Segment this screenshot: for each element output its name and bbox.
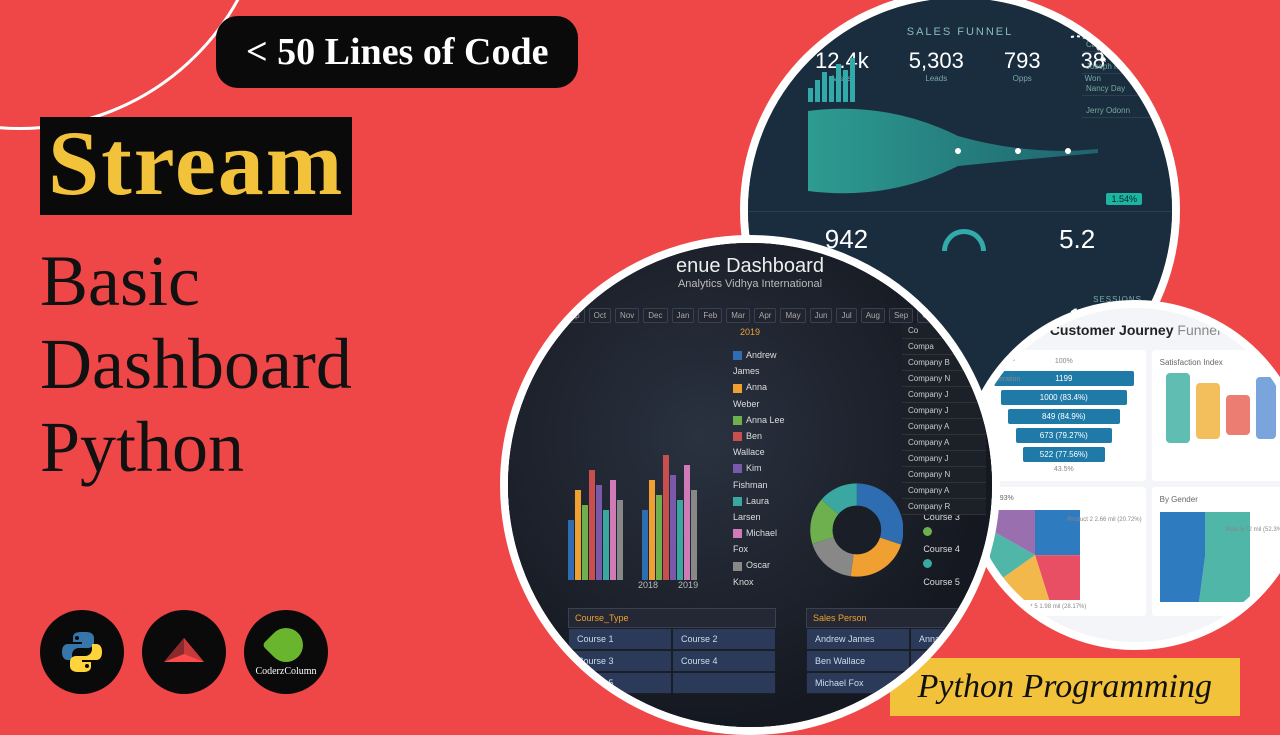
funnel-bar: 522 (77.56%) (1023, 447, 1105, 462)
people-legend: Andrew JamesAnna WeberAnna LeeBen Wallac… (733, 347, 790, 590)
coderzcolumn-logo-icon: CoderzColumn (244, 610, 328, 694)
donut-chart-icon (810, 470, 904, 590)
company-list: CoCompaCompany BCompany NCompany JCompan… (902, 323, 986, 515)
gender-pie-icon (1160, 512, 1250, 602)
subtitle-line: Python (40, 406, 352, 489)
sales-person-table: Sales Person Andrew JamesAnna WebBen Wal… (806, 608, 1000, 694)
title-part-b: lit (352, 112, 440, 214)
product-pie-card: 42.93% Product 2 2.66 mil (20.72%) Produ… (982, 487, 1146, 616)
dash3-title: Customer Journey Funnel (968, 308, 1280, 338)
streamlit-logo-icon (142, 610, 226, 694)
python-logo-icon (40, 610, 124, 694)
course-type-table: Course_Type Course 1Course 2Course 3Cour… (568, 608, 776, 694)
dashboard-circle-revenue: enue Dashboard Analytics Vidhya Internat… (500, 235, 1000, 735)
lower-right-value: 5.2 (1059, 224, 1095, 255)
product-pie-icon (990, 510, 1080, 600)
funnel-card: areness sideration 100% 11991000 (83.4%)… (982, 350, 1146, 481)
dash2-title: enue Dashboard (508, 255, 992, 278)
month-row: SepOctNovDecJanFebMarAprMayJunJulAugSepO… (508, 308, 992, 323)
coderz-label: CoderzColumn (255, 666, 316, 677)
hubspot-icon: ✺ (1114, 8, 1132, 34)
title-part-a: Stream (48, 112, 344, 214)
gender-pie-card: By Gender Male 6.72 mil (52.3%) (1152, 487, 1280, 616)
funnel-bar: 673 (79.27%) (1016, 428, 1112, 443)
dash2-subtitle: Analytics Vidhya International (508, 278, 992, 290)
satisfaction-card: Satisfaction Index (1152, 350, 1280, 481)
grouped-bar-chart (568, 440, 713, 580)
subtitle: Basic Dashboard Python (40, 240, 352, 488)
funnel-bar: 1000 (83.4%) (1001, 390, 1127, 405)
funnel-bar: 849 (84.9%) (1008, 409, 1120, 424)
side-list: Campaign Totals Joseph Mobile Nancy Day … (1082, 38, 1162, 126)
lines-of-code-badge: < 50 Lines of Code (216, 16, 578, 88)
dashboard-circle-customer-journey: Customer Journey Funnel areness siderati… (960, 300, 1280, 650)
subtitle-line: Dashboard (40, 323, 352, 406)
conversion-rate: 1.54% (1106, 193, 1142, 205)
subtitle-line: Basic (40, 240, 352, 323)
main-title: Streamlit (40, 110, 440, 216)
logo-row: CoderzColumn (40, 610, 328, 694)
